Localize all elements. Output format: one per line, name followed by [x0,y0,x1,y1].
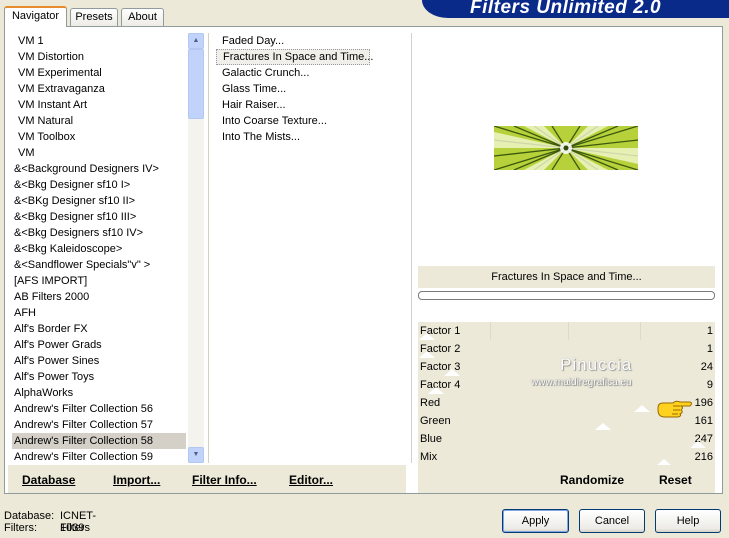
selected-filter-name: Fractures In Space and Time... [418,266,715,288]
filter-item[interactable]: Into The Mists... [216,129,406,145]
status-database: Database: ICNET-Filters [4,510,96,534]
banner-title: Filters Unlimited 2.0 [470,0,662,18]
param-slider-handle[interactable] [419,351,435,358]
category-item[interactable]: &<Sandflower Specials"v" > [12,257,186,273]
scroll-down-button[interactable]: ▼ [188,447,204,463]
divider [208,33,209,463]
param-slider-handle[interactable] [690,441,706,448]
param-slider-handle[interactable] [595,423,611,430]
filter-item[interactable]: Fractures In Space and Time... [216,49,373,65]
category-item[interactable]: Andrew's Filter Collection 56 [12,401,186,417]
param-row[interactable]: Factor 11 [418,322,715,340]
param-label: Mix [420,451,438,463]
param-value: 161 [694,415,713,427]
status-filters-value: 1039 [60,522,85,534]
tab-navigator[interactable]: Navigator [4,6,67,27]
randomize-link[interactable]: Randomize [560,473,624,487]
category-item[interactable]: AFH [12,305,186,321]
param-value: 9 [706,379,713,391]
param-label: Green [420,415,451,427]
category-item[interactable]: Andrew's Filter Collection 59 [12,449,186,465]
tab-presets[interactable]: Presets [70,8,118,26]
title-banner: Filters Unlimited 2.0 [422,0,729,18]
watermark-site: www.maidiregrafica.eu [531,377,632,388]
category-item[interactable]: Alf's Border FX [12,321,186,337]
preview-thumbnail [494,126,638,170]
pointer-hand-icon [656,398,694,423]
scroll-up-button[interactable]: ▲ [188,33,204,49]
status-filters-label: Filters: [4,522,37,534]
filter-item[interactable]: Into Coarse Texture... [216,113,406,129]
category-item[interactable]: &<Background Designers IV> [12,161,186,177]
category-item[interactable]: VM [12,145,186,161]
category-item[interactable]: Alf's Power Toys [12,369,186,385]
param-slider-handle[interactable] [428,387,444,394]
category-item[interactable]: Alf's Power Sines [12,353,186,369]
tab-about[interactable]: About [121,8,164,26]
filter-item[interactable]: Faded Day... [216,33,406,49]
param-row[interactable]: Blue 247 [418,430,715,448]
category-item[interactable]: &<Bkg Kaleidoscope> [12,241,186,257]
watermark-name: Pinuccia [560,355,633,374]
category-item[interactable]: AlphaWorks [12,385,186,401]
param-slider-handle[interactable] [634,405,650,412]
apply-button[interactable]: Apply [502,509,569,533]
filter-info-link[interactable]: Filter Info... [192,473,257,487]
category-item[interactable]: VM Instant Art [12,97,186,113]
database-link[interactable]: Database [22,473,75,487]
category-item[interactable]: &<BKg Designer sf10 II> [12,193,186,209]
category-item[interactable]: AB Filters 2000 [12,289,186,305]
category-item[interactable]: [AFS IMPORT] [12,273,186,289]
cancel-button[interactable]: Cancel [579,509,645,533]
param-slider-handle[interactable] [419,333,435,340]
category-item[interactable]: VM Distortion [12,49,186,65]
parameter-panel: Factor 1 1 Factor 2 1 Factor 3 24 Factor 4 9 Red… [418,322,715,466]
param-value: 216 [694,451,713,463]
param-value: 1 [706,343,713,355]
divider [411,33,412,463]
filter-list[interactable]: Faded Day... Fractures In Space and Time.… [216,33,406,145]
param-label: Red [420,397,441,409]
category-item[interactable]: &<Bkg Designer sf10 III> [12,209,186,225]
param-slider-handle[interactable] [444,369,460,376]
progress-bar [418,291,715,300]
status-filters: Filters: 1039 [4,522,84,534]
category-item[interactable]: Andrew's Filter Collection 58 [12,433,186,449]
category-item[interactable]: Andrew's Filter Collection 57 [12,417,186,433]
category-item[interactable]: VM Natural [12,113,186,129]
status-db-label: Database: [4,510,55,522]
param-label: Blue [420,433,443,445]
param-value: 1 [706,325,713,337]
category-item[interactable]: Alf's Power Grads [12,337,186,353]
filter-item[interactable]: Glass Time... [216,81,406,97]
reset-link[interactable]: Reset [659,473,692,487]
category-item[interactable]: &<Bkg Designers sf10 IV> [12,225,186,241]
category-item[interactable]: VM Extravaganza [12,81,186,97]
param-value: 24 [700,361,713,373]
scroll-thumb[interactable] [188,49,204,119]
param-value: 196 [694,397,713,409]
help-button[interactable]: Help [655,509,721,533]
category-item[interactable]: VM Toolbox [12,129,186,145]
category-item[interactable]: &<Bkg Designer sf10 I> [12,177,186,193]
filter-item[interactable]: Galactic Crunch... [216,65,406,81]
category-scrollbar[interactable]: ▲ ▼ [188,33,204,463]
category-item[interactable]: VM Experimental [12,65,186,81]
editor-link[interactable]: Editor... [289,473,333,487]
category-list[interactable]: VM 1 VM Distortion VM Experimental VM Extra… [12,33,186,465]
import-link[interactable]: Import... [113,473,160,487]
filter-item[interactable]: Hair Raiser... [216,97,406,113]
param-row[interactable]: Mix 216 [418,448,715,466]
category-item[interactable]: VM 1 [12,33,186,49]
